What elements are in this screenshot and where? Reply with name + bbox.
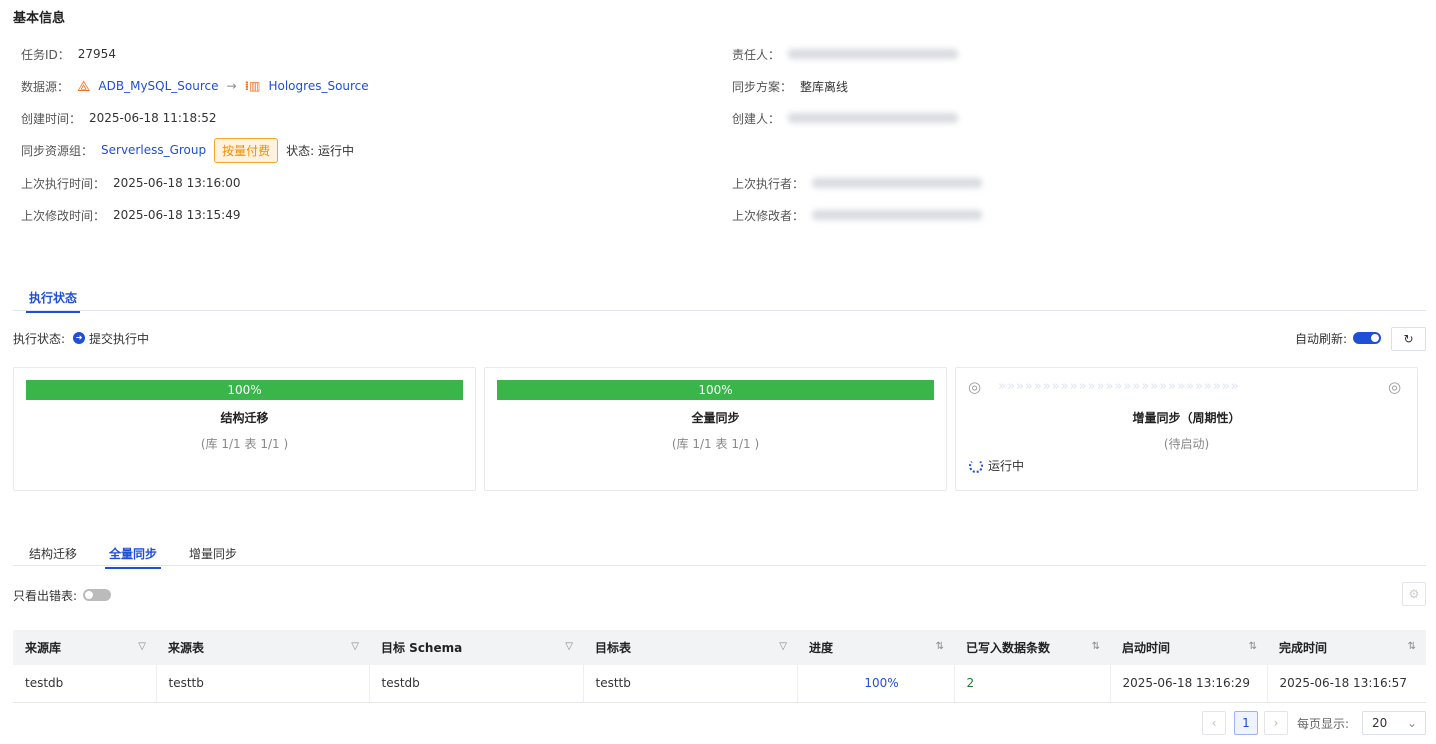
spinner-icon [969,458,983,473]
col-header[interactable]: 目标表 ▽ [583,630,797,665]
last-run-time: 2025-06-18 13:16:00 [113,176,241,190]
subtab-incremental[interactable]: 增量同步 [189,545,237,562]
filter-icon: ▽ [565,641,573,652]
creator-blurred [788,113,959,123]
filter-icon: ▽ [351,641,359,652]
task-id: 27954 [77,47,116,61]
label: 同步资源组： [21,143,94,158]
submit-icon: ➜ [73,332,86,344]
next-page-button[interactable]: › [1264,711,1288,735]
label: 创建时间： [21,111,82,126]
sort-icon: ⇅ [1248,641,1257,652]
table-row: testdb testtb testdb testtb 100% 2 2025-… [13,665,1426,703]
create-time: 2025-06-18 11:18:52 [89,111,217,125]
per-page-select[interactable]: 20 ⌄ [1362,711,1426,735]
col-header[interactable]: 已写入数据条数 ⇅ [954,630,1110,665]
billing-badge: 按量付费 [214,137,279,163]
refresh-button[interactable]: ↻ [1391,327,1426,351]
label: 责任人： [732,47,781,62]
card-incremental-sync: ◎ »»»»»»»»»»»»»»»»»»»»»»»»»»» ◎ 增量同步（周期性… [955,367,1418,491]
section-title: 基本信息 [13,11,66,26]
sort-icon: ⇅ [1407,641,1416,652]
label: 只看出错表: [13,588,78,603]
label: 数据源： [21,79,70,94]
card-title: 结构迁移 [220,411,269,425]
prev-page-button[interactable]: ‹ [1202,711,1226,735]
col-header[interactable]: 完成时间 ⇅ [1267,630,1426,665]
target-end-icon: ◎ [1388,378,1402,396]
card-sub: (库 1/1 表 1/1 ) [200,437,289,451]
owner-blurred [788,49,959,59]
page-1-button[interactable]: 1 [1234,711,1258,735]
col-header[interactable]: 进度 ⇅ [797,630,954,665]
error-only-toggle[interactable] [83,589,112,601]
sort-icon: ⇅ [1091,641,1100,652]
col-header[interactable]: 来源库 ▽ [13,630,156,665]
progress-bar: 100% [497,380,934,400]
label: 任务ID： [21,47,70,62]
gear-icon: ⚙ [1408,587,1420,601]
adb-icon: ⟁ [77,77,91,95]
card-schema-migration: 100% 结构迁移 (库 1/1 表 1/1 ) [13,367,476,491]
executor-blurred [812,178,983,188]
arrow-icon: → [226,79,237,93]
card-full-sync: 100% 全量同步 (库 1/1 表 1/1 ) [484,367,947,491]
chevron-down-icon: ⌄ [1406,716,1417,730]
refresh-icon: ↻ [1403,332,1414,346]
progress-bar: 100% [26,380,463,400]
target-link[interactable]: Hologres_Source [268,79,368,93]
modifier-blurred [812,210,983,220]
group-status: 状态: 运行中 [286,143,354,158]
col-header[interactable]: 启动时间 ⇅ [1110,630,1267,665]
filter-icon: ▽ [779,641,787,652]
label: 执行状态: [13,331,66,346]
exec-status: 提交执行中 [89,331,150,346]
hologres-icon: ⁞▥ [244,79,261,93]
target-start-icon: ◎ [968,378,982,396]
label: 自动刷新: [1295,331,1348,346]
card-sub: (待启动) [1163,437,1210,451]
settings-button[interactable]: ⚙ [1402,582,1426,606]
sort-icon: ⇅ [935,641,944,652]
last-modify-time: 2025-06-18 13:15:49 [113,208,241,222]
label: 上次修改者： [732,208,805,223]
sync-plan: 整库离线 [800,79,849,94]
auto-refresh-toggle[interactable] [1353,332,1382,344]
col-header[interactable]: 目标 Schema ▽ [369,630,583,665]
resource-group-link[interactable]: Serverless_Group [101,143,206,157]
card-title: 全量同步 [691,411,740,425]
label: 同步方案： [732,79,793,94]
filter-icon: ▽ [138,641,146,652]
card-state: 运行中 [988,459,1025,473]
sync-table: 来源库 ▽ 来源表 ▽ 目标 Schema ▽ 目标表 ▽ 进度 ⇅ 已写入数据条数 ⇅ 启… [13,630,1426,703]
card-title: 增量同步（周期性） [1132,411,1241,425]
col-header[interactable]: 来源表 ▽ [156,630,369,665]
source-link[interactable]: ADB_MySQL_Source [98,79,218,93]
subtab-schema[interactable]: 结构迁移 [29,545,77,562]
chevrons-icon: »»»»»»»»»»»»»»»»»»»»»»»»»»» [998,379,1240,394]
label: 创建人： [732,111,781,126]
label: 上次执行时间： [21,176,106,191]
label: 上次修改时间： [21,208,106,223]
per-page-label: 每页显示: [1297,717,1350,731]
card-sub: (库 1/1 表 1/1 ) [671,437,760,451]
label: 上次执行者： [732,176,805,191]
